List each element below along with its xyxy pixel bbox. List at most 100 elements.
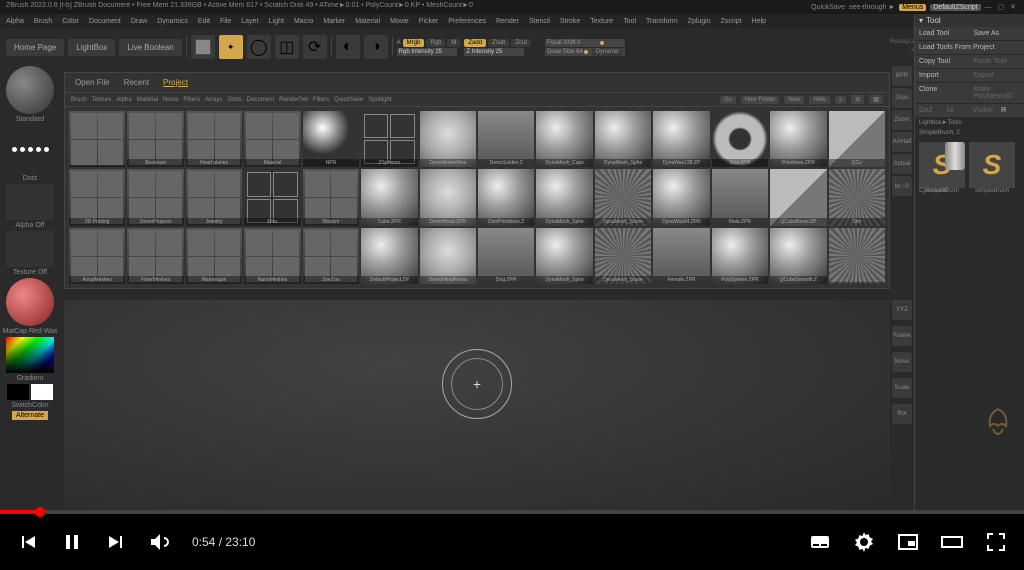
- goz-button[interactable]: GoZ: [915, 104, 942, 118]
- m-button[interactable]: M: [447, 39, 460, 47]
- liveboolean-button[interactable]: Live Boolean: [119, 39, 181, 56]
- filter-material[interactable]: Material: [137, 97, 158, 103]
- shelf-m♢p-icon[interactable]: M♢P: [892, 176, 912, 196]
- browser-item[interactable]: DynaMesh_Sphe: [536, 228, 592, 284]
- settings-button[interactable]: [852, 530, 876, 554]
- import-button[interactable]: Import: [915, 69, 970, 83]
- copy-tool-button[interactable]: Copy Tool: [915, 55, 970, 69]
- menu-brush[interactable]: Brush: [34, 18, 52, 25]
- prev-button[interactable]: [16, 530, 40, 554]
- menu-file[interactable]: File: [220, 18, 231, 25]
- saveas-button[interactable]: Save As: [970, 27, 1024, 41]
- browser-new-button[interactable]: New: [784, 96, 804, 104]
- seethrough-label[interactable]: see-through ►: [849, 4, 895, 11]
- edit-icon[interactable]: [191, 35, 215, 59]
- filter-texture[interactable]: Texture: [92, 97, 112, 103]
- menu-zplugin[interactable]: Zplugin: [688, 18, 711, 25]
- tool-breadcrumb-1[interactable]: Lightbox►Tools: [915, 118, 1024, 128]
- filter-document[interactable]: Document: [247, 97, 274, 103]
- draw-icon[interactable]: ✦: [219, 35, 243, 59]
- focal-shift-slider[interactable]: Focal Shift 0: [545, 39, 625, 47]
- tool-header[interactable]: ▾ Tool: [915, 14, 1024, 27]
- filter-spotlight[interactable]: Spotlight: [368, 97, 391, 103]
- win-controls[interactable]: — ▢ ✕: [985, 3, 1018, 11]
- tool-thumb-1[interactable]: SCylinder3DSimpleBrush: [919, 142, 965, 194]
- menu-edit[interactable]: Edit: [198, 18, 210, 25]
- shelf-zoom-icon[interactable]: Zoom: [892, 110, 912, 130]
- browser-item[interactable]: Primitives.ZPR: [770, 111, 826, 167]
- alternate-label[interactable]: Alternate: [12, 411, 48, 420]
- tool-thumb-2[interactable]: SSimpleBrush: [969, 142, 1015, 194]
- browser-item[interactable]: Material: [244, 111, 300, 167]
- nav-xyz-icon[interactable]: XYZ: [892, 300, 912, 320]
- menu-texture[interactable]: Texture: [590, 18, 613, 25]
- browser-item[interactable]: PolySphere.ZPR: [712, 228, 768, 284]
- volume-button[interactable]: [148, 530, 172, 554]
- tab-project[interactable]: Project: [159, 76, 192, 89]
- scale-icon[interactable]: ◫: [275, 35, 299, 59]
- menu-alpha[interactable]: Alpha: [6, 18, 24, 25]
- browser-item[interactable]: QCubeBevel.ZP: [770, 169, 826, 225]
- view-mode-icon[interactable]: ▦: [869, 95, 883, 104]
- menu-stroke[interactable]: Stroke: [560, 18, 580, 25]
- menu-macro[interactable]: Macro: [294, 18, 313, 25]
- browser-go-button[interactable]: Go: [720, 96, 736, 104]
- browser-item[interactable]: 3D Printing: [69, 169, 125, 225]
- browser-item[interactable]: [829, 228, 885, 284]
- filter-grids[interactable]: Grids: [227, 97, 241, 103]
- miniplayer-button[interactable]: [896, 530, 920, 554]
- browser-item[interactable]: Booleans: [127, 111, 183, 167]
- browser-item[interactable]: DemoSoldier.Z: [478, 111, 534, 167]
- menu-zscript[interactable]: Zscript: [721, 18, 742, 25]
- fullscreen-button[interactable]: [984, 530, 1008, 554]
- video-progress[interactable]: [0, 510, 1024, 514]
- menu-dynamics[interactable]: Dynamics: [157, 18, 188, 25]
- home-button[interactable]: Home Page: [6, 39, 64, 56]
- view-mode-icon[interactable]: ≡: [835, 96, 847, 104]
- quicksave-label[interactable]: QuickSave: [811, 4, 845, 11]
- browser-item[interactable]: NPR: [303, 111, 359, 167]
- browser-hide-button[interactable]: Hide: [809, 96, 829, 104]
- filter-filters[interactable]: Filters: [313, 97, 329, 103]
- move-icon[interactable]: ◯: [247, 35, 271, 59]
- browser-item[interactable]: DynaMesh_Sphe: [536, 169, 592, 225]
- menu-help[interactable]: Help: [752, 18, 766, 25]
- makepoly-button[interactable]: Make PolyMesh3D: [970, 83, 1024, 104]
- browser-item[interactable]: DynaWax64.ZPR: [653, 169, 709, 225]
- browser-item[interactable]: DemoProjects: [127, 169, 183, 225]
- zadd-button[interactable]: Zadd: [464, 39, 486, 47]
- browser-item[interactable]: DynaMesh_Caps: [536, 111, 592, 167]
- browser-item[interactable]: Misc: [244, 169, 300, 225]
- color-swatches[interactable]: [7, 384, 53, 400]
- nav-frame-icon[interactable]: Frame: [892, 326, 912, 346]
- browser-item[interactable]: ArrayMeshes: [69, 228, 125, 284]
- menu-light[interactable]: Light: [269, 18, 284, 25]
- browser-item[interactable]: DynaMesh_Stone: [595, 169, 651, 225]
- zcut-button[interactable]: Zcut: [511, 39, 531, 47]
- switchcolor-label[interactable]: SwitchColor: [11, 402, 48, 409]
- filter-renderset[interactable]: RenderSet: [279, 97, 308, 103]
- menu-color[interactable]: Color: [62, 18, 79, 25]
- browser-new-folder-button[interactable]: New Folder: [741, 96, 780, 104]
- filter-noise[interactable]: Noise: [163, 97, 178, 103]
- material-thumb[interactable]: [6, 278, 54, 326]
- menu-material[interactable]: Material: [355, 18, 380, 25]
- canvas[interactable]: +: [64, 300, 890, 510]
- browser-item[interactable]: [69, 111, 125, 167]
- view-mode-icon[interactable]: ⊞: [851, 95, 864, 104]
- browser-item[interactable]: Grid.ZPR: [712, 111, 768, 167]
- browser-item[interactable]: DynaMesh_Sphe: [595, 111, 651, 167]
- shelf-actual-icon[interactable]: Actual: [892, 154, 912, 174]
- texture-thumb[interactable]: [6, 231, 54, 267]
- nav-scale-icon[interactable]: Scale: [892, 378, 912, 398]
- draw-size-slider[interactable]: Draw Size 64Dynamic: [545, 48, 625, 56]
- captions-button[interactable]: [808, 530, 832, 554]
- r-button[interactable]: R: [997, 104, 1024, 118]
- layout-pill[interactable]: DefaultZScript: [930, 4, 980, 11]
- rotate-icon[interactable]: ⟳: [303, 35, 327, 59]
- browser-item[interactable]: DemoHead.ZPR: [420, 169, 476, 225]
- rgb-intensity-slider[interactable]: Rgb Intensity 25: [397, 48, 457, 56]
- pause-button[interactable]: [60, 530, 84, 554]
- browser-item[interactable]: QCu: [829, 111, 885, 167]
- clone-button[interactable]: Clone: [915, 83, 970, 104]
